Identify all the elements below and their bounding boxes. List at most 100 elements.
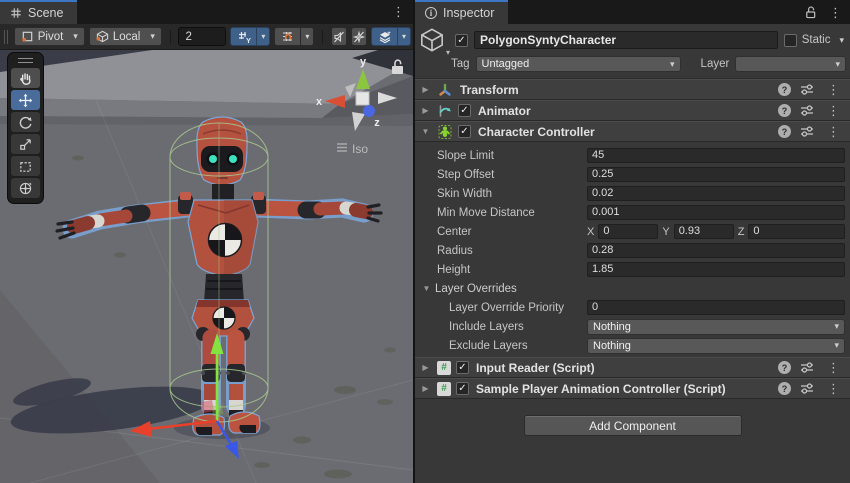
scene-view-options-toggle[interactable]: [371, 27, 397, 46]
animator-foldout-icon[interactable]: ▶: [419, 106, 432, 115]
scene-effects-toggle[interactable]: [351, 27, 367, 46]
unity-editor-window: Scene ⋮ Pivot ▾ Local ▾: [0, 0, 850, 483]
exclude-layers-dropdown[interactable]: Nothing ▾: [587, 338, 845, 354]
inspector-menu-icon[interactable]: ⋮: [825, 6, 846, 19]
radius-label: Radius: [415, 245, 587, 257]
component-header-sample-player-animation-controller[interactable]: ▶ # ✓ Sample Player Animation Controller…: [415, 378, 850, 399]
spac-menu-icon[interactable]: ⋮: [823, 382, 844, 395]
height-field[interactable]: 1.85: [587, 262, 845, 277]
transform-foldout-icon[interactable]: ▶: [419, 85, 432, 94]
toolbar-separator: [170, 30, 171, 44]
add-component-button[interactable]: Add Component: [524, 415, 742, 436]
increment-snap-magnet-icon: [281, 30, 295, 44]
character-controller-enabled-checkbox[interactable]: ✓: [458, 125, 471, 138]
scene-viewport[interactable]: y x z Iso: [0, 50, 413, 483]
inspector-tabbar: i Inspector ⋮: [415, 0, 850, 24]
animator-presets-icon[interactable]: [800, 104, 814, 117]
slope-limit-field[interactable]: 45: [587, 148, 845, 163]
pivot-toggle-button[interactable]: Pivot ▾: [14, 27, 85, 46]
scene-tab-label: Scene: [28, 6, 63, 20]
layer-dropdown-icon: ▾: [831, 59, 840, 70]
input-reader-help-icon[interactable]: ?: [778, 361, 791, 374]
svg-text:Y: Y: [246, 36, 251, 44]
component-header-animator[interactable]: ▶ ✓ Animator ? ⋮: [415, 100, 850, 121]
grid-snap-dropdown[interactable]: ▾: [256, 27, 270, 46]
tool-palette-drag-handle[interactable]: [18, 58, 33, 63]
inspector-panel: i Inspector ⋮ ▾ ✓: [415, 0, 850, 483]
animator-help-icon[interactable]: ?: [778, 104, 791, 117]
include-layers-dropdown[interactable]: Nothing ▾: [587, 319, 845, 335]
snap-increment-input[interactable]: [178, 27, 226, 46]
layer-override-priority-field[interactable]: 0: [587, 300, 845, 315]
spac-presets-icon[interactable]: [800, 382, 814, 395]
rect-tool[interactable]: [11, 156, 40, 176]
input-reader-foldout-icon[interactable]: ▶: [419, 363, 432, 372]
static-dropdown-icon[interactable]: ▾: [835, 35, 844, 46]
local-toggle-button[interactable]: Local ▾: [89, 27, 162, 46]
tab-scene[interactable]: Scene: [0, 0, 77, 24]
local-label: Local: [113, 31, 141, 43]
skin-width-field[interactable]: 0.02: [587, 186, 845, 201]
move-tool[interactable]: [11, 90, 40, 110]
tag-dropdown[interactable]: Untagged ▾: [476, 56, 681, 72]
input-reader-presets-icon[interactable]: [800, 361, 814, 374]
gameobject-icon-button[interactable]: ▾: [419, 27, 449, 53]
transform-tool[interactable]: [11, 178, 40, 198]
gizmo-x-label: x: [316, 96, 323, 108]
character-controller-foldout-icon[interactable]: ▼: [419, 127, 432, 136]
spac-enabled-checkbox[interactable]: ✓: [456, 382, 469, 395]
layer-overrides-foldout[interactable]: ▼ Layer Overrides: [415, 279, 850, 298]
transform-menu-icon[interactable]: ⋮: [823, 83, 844, 96]
step-offset-field[interactable]: 0.25: [587, 167, 845, 182]
component-header-input-reader[interactable]: ▶ # ✓ Input Reader (Script) ? ⋮: [415, 357, 850, 378]
min-move-distance-field[interactable]: 0.001: [587, 205, 845, 220]
input-reader-enabled-checkbox[interactable]: ✓: [456, 361, 469, 374]
rotate-tool[interactable]: [11, 112, 40, 132]
tab-inspector[interactable]: i Inspector: [415, 0, 508, 24]
character-controller-help-icon[interactable]: ?: [778, 125, 791, 138]
layer-dropdown[interactable]: ▾: [735, 56, 846, 72]
property-row: Include Layers Nothing ▾: [415, 317, 850, 336]
character-controller-menu-icon[interactable]: ⋮: [823, 125, 844, 138]
center-z-field[interactable]: 0: [748, 224, 845, 239]
increment-snap-dropdown[interactable]: ▾: [300, 27, 314, 46]
transform-presets-icon[interactable]: [800, 83, 814, 96]
component-header-character-controller[interactable]: ▼ ✓ Character Controller ? ⋮: [415, 121, 850, 142]
gizmo-z-handle[interactable]: [363, 105, 375, 117]
increment-snap-dropdown-icon: ▾: [305, 32, 309, 41]
component-header-transform[interactable]: ▶ Transform ? ⋮: [415, 79, 850, 100]
view-hand-tool[interactable]: [11, 68, 40, 88]
gizmo-y-label: y: [360, 56, 367, 68]
spac-help-icon[interactable]: ?: [778, 382, 791, 395]
increment-snap-toggle[interactable]: [274, 27, 300, 46]
move-icon: [18, 93, 33, 108]
static-checkbox[interactable]: ✓: [784, 34, 797, 47]
input-reader-menu-icon[interactable]: ⋮: [823, 361, 844, 374]
scene-view-options-dropdown[interactable]: ▾: [397, 27, 411, 46]
pivot-label: Pivot: [38, 31, 64, 43]
height-label: Height: [415, 264, 587, 276]
spac-foldout-icon[interactable]: ▶: [419, 384, 432, 393]
grid-snap-toggle[interactable]: Y: [230, 27, 256, 46]
gameobject-name-input[interactable]: [474, 31, 778, 49]
radius-field[interactable]: 0.28: [587, 243, 845, 258]
static-label: Static: [802, 34, 831, 46]
layer-overrides-title: Layer Overrides: [435, 283, 517, 295]
center-y-field[interactable]: 0.93: [674, 224, 734, 239]
center-x-field[interactable]: 0: [598, 224, 658, 239]
property-row: Min Move Distance 0.001: [415, 203, 850, 222]
scale-tool[interactable]: [11, 134, 40, 154]
character-controller-presets-icon[interactable]: [800, 125, 814, 138]
scene-panel-menu-icon[interactable]: ⋮: [388, 5, 409, 18]
info-icon: i: [425, 7, 437, 19]
transform-help-icon[interactable]: ?: [778, 83, 791, 96]
gameobject-active-checkbox[interactable]: ✓: [455, 34, 468, 47]
animator-menu-icon[interactable]: ⋮: [823, 104, 844, 117]
animator-enabled-checkbox[interactable]: ✓: [458, 104, 471, 117]
tag-label: Tag: [451, 58, 470, 70]
tag-dropdown-icon: ▾: [666, 59, 675, 70]
scene-audio-toggle[interactable]: [331, 27, 347, 46]
exclude-layers-value: Nothing: [593, 340, 631, 352]
toolbar-drag-handle[interactable]: [4, 30, 8, 44]
lock-icon[interactable]: [804, 5, 817, 19]
